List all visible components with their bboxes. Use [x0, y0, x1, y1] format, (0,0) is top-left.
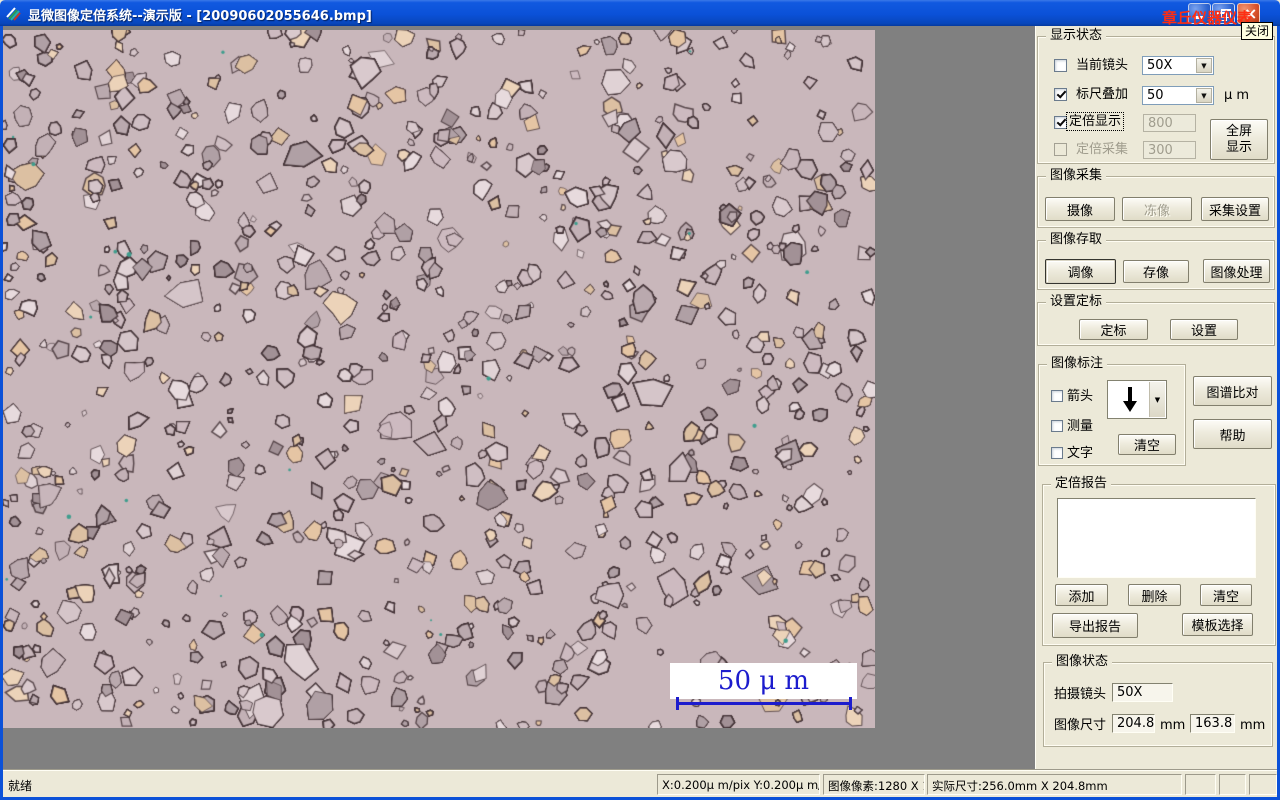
status-panel-empty	[1249, 774, 1277, 795]
status-resolution: X:0.200μ m/pix Y:0.200μ m/pix	[657, 774, 820, 795]
help-button[interactable]: 帮助	[1193, 419, 1272, 449]
ruler-overlay-label[interactable]: 标尺叠加	[1076, 87, 1128, 102]
fullscreen-button-line2: 显示	[1225, 139, 1252, 155]
atlas-compare-button[interactable]: 图谱比对	[1193, 376, 1272, 406]
image-width-unit: mm	[1160, 718, 1186, 733]
calib-settings-button[interactable]: 设置	[1170, 319, 1238, 340]
shoot-button[interactable]: 摄像	[1045, 197, 1115, 221]
current-lens-checkbox[interactable]	[1054, 59, 1067, 72]
save-image-button[interactable]: 存像	[1123, 260, 1189, 283]
group-title: 设置定标	[1046, 294, 1107, 310]
group-title: 定倍报告	[1051, 476, 1112, 492]
group-annotation: 图像标注 箭头 ▼ 测量 文字 清空	[1038, 356, 1186, 466]
fixed-capture-field: 300	[1143, 141, 1196, 159]
group-title: 显示状态	[1046, 28, 1107, 44]
capture-settings-button[interactable]: 采集设置	[1201, 197, 1269, 221]
text-label[interactable]: 文字	[1067, 446, 1093, 461]
measure-checkbox[interactable]	[1051, 420, 1063, 432]
group-title: 图像存取	[1046, 232, 1107, 248]
calibrate-button[interactable]: 定标	[1079, 319, 1148, 340]
group-title: 图像标注	[1047, 356, 1108, 372]
image-height-field[interactable]: 163.8	[1190, 714, 1235, 733]
fixed-display-label[interactable]: 定倍显示	[1065, 112, 1125, 131]
group-image-status: 图像状态 拍摄镜头 50X 图像尺寸 204.8 mm 163.8 mm	[1043, 654, 1273, 747]
fixed-capture-label: 定倍采集	[1076, 142, 1129, 157]
status-pixels: 图像像素:1280 X 1024	[823, 774, 925, 795]
status-panel-empty	[1185, 774, 1216, 795]
status-panel-empty	[1219, 774, 1246, 795]
group-image-capture: 图像采集 摄像 冻像 采集设置	[1037, 168, 1275, 228]
down-arrow-icon	[1123, 387, 1137, 412]
ruler-overlay-checkbox[interactable]	[1054, 88, 1067, 101]
fixed-display-field: 800	[1143, 114, 1196, 132]
current-lens-select[interactable]: 50X ▼	[1142, 56, 1214, 75]
report-export-button[interactable]: 导出报告	[1052, 613, 1138, 638]
status-ready: 就绪	[8, 779, 33, 793]
image-width-field[interactable]: 204.8	[1112, 714, 1155, 733]
image-process-button[interactable]: 图像处理	[1203, 259, 1270, 283]
image-height-unit: mm	[1240, 718, 1266, 733]
shoot-lens-field[interactable]: 50X	[1112, 683, 1173, 702]
title-bar[interactable]: 显微图像定倍系统--演示版 - [20090602055646.bmp]	[0, 0, 1280, 26]
window-border-left	[0, 26, 3, 797]
group-title: 图像状态	[1052, 654, 1113, 670]
app-icon	[6, 5, 22, 21]
ruler-value-select[interactable]: 50 ▼	[1142, 86, 1214, 105]
group-calibration: 设置定标 定标 设置	[1037, 294, 1275, 346]
scale-bar-tick-right	[849, 697, 852, 710]
group-image-storage: 图像存取 调像 存像 图像处理	[1037, 232, 1275, 290]
app-window: 显微图像定倍系统--演示版 - [20090602055646.bmp] 章丘仪…	[0, 0, 1280, 800]
clear-annotation-button[interactable]: 清空	[1118, 434, 1176, 455]
chevron-down-icon[interactable]: ▼	[1196, 58, 1212, 73]
load-image-button[interactable]: 调像	[1045, 259, 1116, 284]
status-actual-size: 实际尺寸:256.0mm X 204.8mm	[927, 774, 1182, 795]
group-report: 定倍报告 添加 删除 清空 导出报告 模板选择	[1042, 476, 1276, 646]
scale-bar-line	[676, 702, 852, 705]
window-title: 显微图像定倍系统--演示版 - [20090602055646.bmp]	[28, 9, 372, 24]
shoot-lens-label: 拍摄镜头	[1054, 687, 1107, 702]
fixed-capture-checkbox	[1054, 143, 1067, 156]
report-delete-button[interactable]: 删除	[1128, 584, 1181, 606]
ruler-unit-label: μ m	[1224, 88, 1250, 103]
vendor-watermark: 章丘仪器仪表	[1162, 9, 1253, 27]
current-lens-label[interactable]: 当前镜头	[1076, 58, 1128, 73]
current-lens-value: 50X	[1147, 58, 1173, 73]
image-size-label: 图像尺寸	[1054, 718, 1107, 733]
freeze-button: 冻像	[1122, 197, 1192, 221]
arrow-checkbox[interactable]	[1051, 390, 1063, 402]
measure-label[interactable]: 测量	[1067, 419, 1093, 434]
report-add-button[interactable]: 添加	[1055, 584, 1108, 606]
fixed-display-checkbox[interactable]	[1054, 116, 1067, 129]
arrow-label[interactable]: 箭头	[1067, 389, 1093, 404]
fullscreen-button[interactable]: 全屏 显示	[1210, 119, 1268, 160]
close-tooltip: 关闭	[1241, 22, 1274, 40]
chevron-down-icon[interactable]: ▼	[1149, 382, 1165, 417]
scale-bar-label: 50 μ m	[670, 663, 857, 699]
template-select-button[interactable]: 模板选择	[1182, 613, 1253, 636]
micrograph-image[interactable]	[3, 30, 875, 728]
chevron-down-icon[interactable]: ▼	[1196, 88, 1212, 103]
group-display-status: 显示状态 当前镜头 50X ▼ 标尺叠加 50 ▼ μ m 定倍显示 800 定…	[1037, 28, 1275, 164]
scale-bar-tick-left	[676, 697, 679, 710]
text-checkbox[interactable]	[1051, 447, 1063, 459]
ruler-value: 50	[1147, 88, 1164, 103]
arrow-style-select[interactable]: ▼	[1107, 380, 1167, 419]
status-bar: 就绪 X:0.200μ m/pix Y:0.200μ m/pix 图像像素:12…	[0, 770, 1280, 798]
report-listbox[interactable]	[1057, 498, 1256, 578]
group-title: 图像采集	[1046, 168, 1107, 184]
fullscreen-button-line1: 全屏	[1225, 123, 1252, 139]
report-clear-button[interactable]: 清空	[1200, 584, 1252, 606]
